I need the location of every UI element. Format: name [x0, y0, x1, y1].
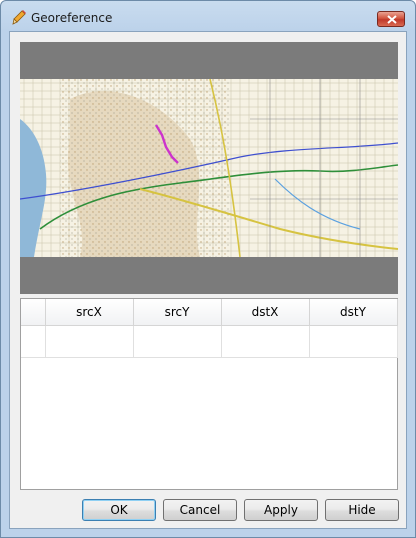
cancel-button[interactable]: Cancel	[163, 499, 237, 521]
column-header-srcy[interactable]: srcY	[133, 299, 222, 326]
close-icon	[387, 15, 397, 24]
gcp-grid[interactable]: srcX srcY dstX dstY	[20, 298, 398, 490]
map-preview-panel[interactable]	[20, 42, 398, 294]
dsty-cell[interactable]	[309, 325, 398, 358]
row-header-cell[interactable]	[21, 325, 46, 358]
ok-button[interactable]: OK	[82, 499, 156, 521]
srcy-cell[interactable]	[133, 325, 222, 358]
column-header-srcx[interactable]: srcX	[45, 299, 134, 326]
column-header-dstx[interactable]: dstX	[221, 299, 310, 326]
title-bar[interactable]: Georeference	[1, 1, 415, 35]
gcp-table: srcX srcY dstX dstY	[21, 299, 398, 358]
close-button[interactable]	[377, 11, 405, 27]
row-header-corner[interactable]	[21, 299, 46, 326]
hide-button[interactable]: Hide	[325, 499, 399, 521]
window-title: Georeference	[31, 11, 113, 25]
georeference-dialog: Georeference srcX srcY dstX dstY OK Canc…	[0, 0, 416, 538]
dialog-client-area: srcX srcY dstX dstY OK Cancel Apply Hide	[9, 31, 407, 529]
table-row[interactable]	[21, 325, 398, 358]
column-header-dsty[interactable]: dstY	[309, 299, 398, 326]
map-image[interactable]	[20, 79, 398, 257]
dstx-cell[interactable]	[221, 325, 310, 358]
pencil-icon	[11, 10, 27, 26]
apply-button[interactable]: Apply	[244, 499, 318, 521]
srcx-cell[interactable]	[45, 325, 134, 358]
